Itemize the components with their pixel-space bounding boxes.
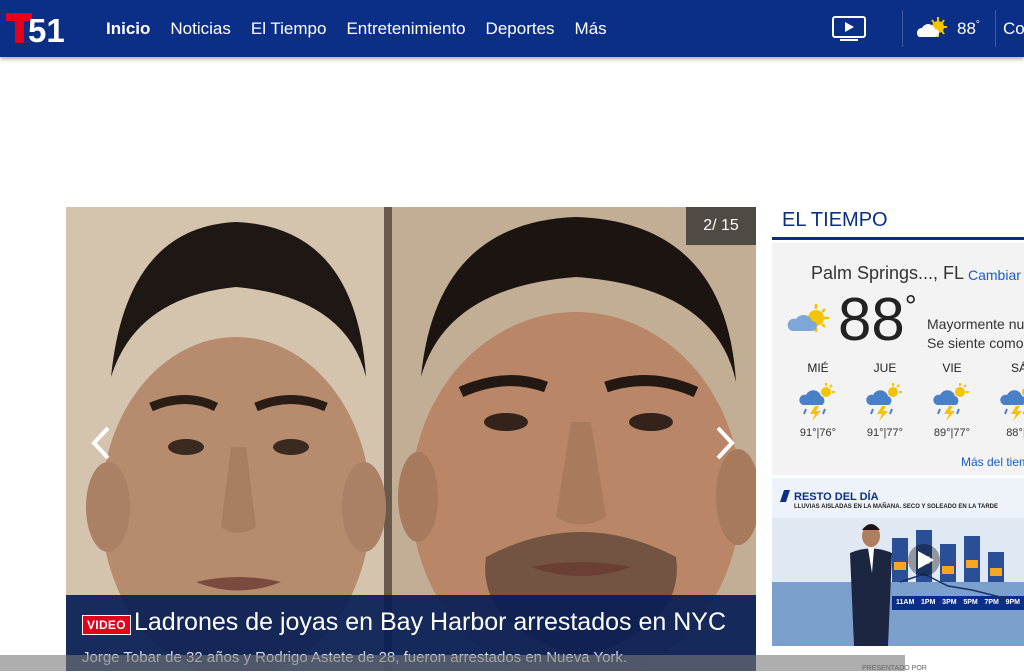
video-time-label: 11AM bbox=[896, 599, 915, 606]
more-weather-link[interactable]: Más del tiem bbox=[961, 455, 1024, 469]
condition-text: Mayormente nu bbox=[927, 316, 1024, 332]
nav-item-entretenimiento[interactable]: Entretenimiento bbox=[346, 19, 465, 39]
nav-item-noticias[interactable]: Noticias bbox=[170, 19, 230, 39]
forecast-day-name: SÁ bbox=[1010, 361, 1024, 375]
header-temperature[interactable]: 88° bbox=[957, 19, 980, 39]
nav-item-inicio[interactable]: Inicio bbox=[106, 19, 150, 39]
forecast-day[interactable]: SÁ 88°|7 bbox=[994, 361, 1024, 439]
nav-item-mas[interactable]: Más bbox=[575, 19, 607, 39]
video-title: RESTO DEL DÍA bbox=[794, 491, 879, 503]
chevron-right-icon[interactable] bbox=[710, 425, 738, 461]
slide-counter: 2/ 15 bbox=[686, 207, 756, 245]
thunderstorm-icon bbox=[799, 383, 835, 421]
video-subtitle: LLUVIAS AISLADAS EN LA MAÑANA. SECO Y SO… bbox=[794, 504, 999, 510]
chevron-left-icon[interactable] bbox=[88, 425, 116, 461]
forecast-temps: 91°|76° bbox=[799, 427, 837, 439]
change-location-link[interactable]: Cambiar bbox=[968, 267, 1021, 283]
slide-headline[interactable]: Ladrones de joyas en Bay Harbor arrestad… bbox=[134, 608, 726, 637]
forecast-day[interactable]: VIE 89°|77° bbox=[927, 361, 977, 439]
weather-video-thumbnail[interactable]: RESTO DEL DÍA LLUVIAS AISLADAS EN LA MAÑ… bbox=[772, 478, 1024, 646]
feels-like-text: Se siente como bbox=[927, 335, 1024, 351]
video-time-labels: 11AM 1PM 3PM 5PM 7PM 9PM bbox=[892, 599, 1024, 606]
live-tv-icon[interactable] bbox=[832, 16, 866, 41]
forecast-temps: 89°|77° bbox=[933, 427, 971, 439]
nav-item-deportes[interactable]: Deportes bbox=[486, 19, 555, 39]
weather-section-title[interactable]: EL TIEMPO bbox=[772, 207, 1024, 240]
video-time-label: 7PM bbox=[984, 599, 999, 606]
forecast-day-name: JUE bbox=[873, 361, 897, 375]
current-temperature: 88° bbox=[838, 286, 917, 353]
weather-condition: Mayormente nu Se siente como bbox=[927, 315, 1024, 353]
horizontal-scrollbar[interactable] bbox=[0, 655, 905, 671]
weather-location: Palm Springs..., FL bbox=[811, 263, 965, 283]
top-navigation-bar: 51 Inicio Noticias El Tiempo Entretenimi… bbox=[0, 0, 1024, 57]
weather-widget: Palm Springs..., FL Cambiar 88° Mayormen… bbox=[772, 243, 1024, 475]
thunderstorm-icon bbox=[866, 383, 902, 421]
forecast-temps: 91°|77° bbox=[866, 427, 904, 439]
nav-item-el-tiempo[interactable]: El Tiempo bbox=[251, 19, 327, 39]
thunderstorm-icon bbox=[1000, 388, 1024, 421]
video-time-label: 1PM bbox=[921, 599, 936, 606]
weather-section: EL TIEMPO bbox=[772, 207, 1024, 240]
svg-text:51: 51 bbox=[28, 12, 65, 45]
thunderstorm-icon bbox=[933, 383, 969, 421]
nav-divider bbox=[902, 10, 903, 47]
forecast-temps: 88°|7 bbox=[1006, 427, 1024, 439]
partly-cloudy-icon[interactable] bbox=[914, 15, 950, 43]
partly-cloudy-icon bbox=[787, 304, 829, 332]
forecast-day[interactable]: MIÉ 91°|76° bbox=[793, 361, 843, 439]
video-time-label: 5PM bbox=[963, 599, 978, 606]
video-time-label: 9PM bbox=[1005, 599, 1020, 606]
photo-gallery-slideshow[interactable]: 2/ 15 VIDEO Ladrones de joyas en Bay Har… bbox=[66, 207, 756, 671]
video-time-label: 3PM bbox=[942, 599, 957, 606]
forecast-day[interactable]: JUE 91°|77° bbox=[860, 361, 910, 439]
telemundo-51-logo[interactable]: 51 bbox=[6, 11, 68, 45]
forecast-day-name: MIÉ bbox=[807, 361, 829, 375]
forecast-day-name: VIE bbox=[942, 361, 962, 375]
nav-divider bbox=[995, 10, 996, 47]
main-nav: Inicio Noticias El Tiempo Entretenimient… bbox=[106, 0, 627, 57]
video-badge: VIDEO bbox=[82, 615, 131, 635]
truncated-nav-link[interactable]: Co bbox=[1003, 19, 1024, 39]
